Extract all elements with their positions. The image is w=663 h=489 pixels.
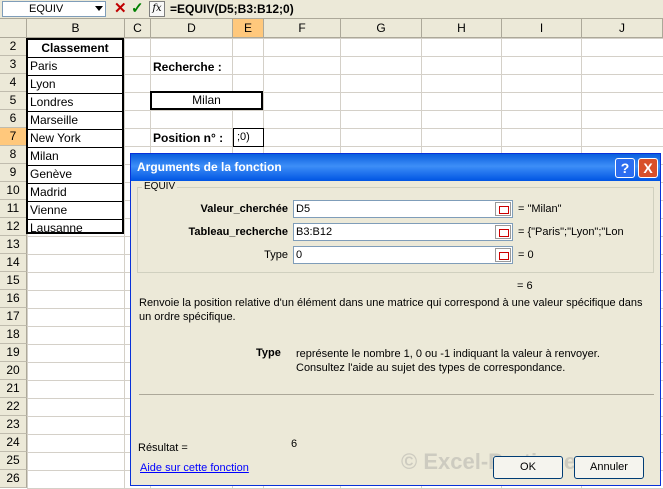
function-description: Renvoie la position relative d'un élémen… <box>139 297 643 323</box>
formula-bar: EQUIV ✕ ✓ fx =EQUIV(D5;B3:B12;0) <box>0 0 663 19</box>
close-icon[interactable]: X <box>638 158 658 178</box>
range-select-icon[interactable] <box>495 202 511 216</box>
city-cell[interactable]: Lyon <box>28 76 122 94</box>
row-header[interactable]: 8 <box>0 146 27 164</box>
dialog-titlebar[interactable]: Arguments de la fonction ? X <box>131 154 660 181</box>
name-box-value: EQUIV <box>29 3 64 15</box>
row-header[interactable]: 23 <box>0 416 27 434</box>
result-label: Résultat = <box>138 442 188 454</box>
city-cell[interactable]: Vienne <box>28 202 122 220</box>
arg-row-type: Type 0 = 0 <box>138 246 653 264</box>
arg-input-tableau[interactable]: B3:B12 <box>293 223 513 241</box>
recherche-value-cell[interactable]: Milan <box>150 91 263 110</box>
chevron-down-icon[interactable] <box>95 6 103 11</box>
row-header[interactable]: 20 <box>0 362 27 380</box>
row-header[interactable]: 7 <box>0 128 27 146</box>
row-header[interactable]: 13 <box>0 236 27 254</box>
city-cell[interactable]: Londres <box>28 94 122 112</box>
row-header[interactable]: 4 <box>0 74 27 92</box>
dialog-title: Arguments de la fonction <box>137 160 282 174</box>
ok-button[interactable]: OK <box>493 456 563 479</box>
enter-formula-icon[interactable]: ✓ <box>131 0 144 18</box>
arg-input-value: D5 <box>296 203 311 215</box>
arg-result: = {"Paris";"Lyon";"Lon <box>518 226 624 238</box>
gridline <box>124 38 125 489</box>
city-cell[interactable]: Lausanne <box>28 220 122 238</box>
city-cell[interactable]: Paris <box>28 58 122 76</box>
column-header-c[interactable]: C <box>125 19 151 38</box>
row-header[interactable]: 11 <box>0 200 27 218</box>
arg-input-value: B3:B12 <box>296 226 333 238</box>
range-select-icon[interactable] <box>495 248 511 262</box>
position-label: Position n° : <box>153 131 224 145</box>
classement-table: Classement Paris Lyon Londres Marseille … <box>26 38 124 235</box>
function-help-link[interactable]: Aide sur cette fonction <box>140 462 249 474</box>
column-header-g[interactable]: G <box>341 19 422 38</box>
column-header-j[interactable]: J <box>582 19 663 38</box>
column-header-d[interactable]: D <box>151 19 233 38</box>
row-header[interactable]: 24 <box>0 434 27 452</box>
range-select-icon[interactable] <box>495 225 511 239</box>
city-cell[interactable]: Marseille <box>28 112 122 130</box>
column-header-i[interactable]: I <box>502 19 582 38</box>
arg-label: Valeur_cherchée <box>200 203 288 215</box>
column-header-e[interactable]: E <box>233 19 264 38</box>
arg-input-valeur[interactable]: D5 <box>293 200 513 218</box>
divider <box>139 394 654 395</box>
row-header[interactable]: 16 <box>0 290 27 308</box>
arguments-group: EQUIV Valeur_cherchée D5 = "Milan" Table… <box>137 181 654 273</box>
row-header[interactable]: 21 <box>0 380 27 398</box>
formula-result: = 6 <box>517 280 533 292</box>
row-header[interactable]: 12 <box>0 218 27 236</box>
arg-label: Tableau_recherche <box>188 226 288 238</box>
arg-input-value: 0 <box>296 249 303 261</box>
row-header[interactable]: 26 <box>0 470 27 488</box>
formula-input[interactable]: =EQUIV(D5;B3:B12;0) <box>170 2 294 17</box>
city-cell[interactable]: Madrid <box>28 184 122 202</box>
arg-input-type[interactable]: 0 <box>293 246 513 264</box>
row-header[interactable]: 15 <box>0 272 27 290</box>
recherche-label: Recherche : <box>153 60 222 74</box>
row-header[interactable]: 9 <box>0 164 27 182</box>
cancel-button[interactable]: Annuler <box>574 456 644 479</box>
row-header[interactable]: 25 <box>0 452 27 470</box>
help-icon[interactable]: ? <box>615 158 635 178</box>
arg-result: = 0 <box>518 249 534 261</box>
insert-function-button[interactable]: fx <box>149 1 165 17</box>
column-header-f[interactable]: F <box>264 19 341 38</box>
position-cell[interactable]: ;0) <box>233 128 264 147</box>
row-header[interactable]: 2 <box>0 38 27 56</box>
cancel-formula-icon[interactable]: ✕ <box>114 0 127 18</box>
group-title: EQUIV <box>142 181 178 192</box>
select-all-corner[interactable] <box>0 19 27 38</box>
arg-row-tableau: Tableau_recherche B3:B12 = {"Paris";"Lyo… <box>138 223 653 241</box>
row-header[interactable]: 18 <box>0 326 27 344</box>
row-header[interactable]: 6 <box>0 110 27 128</box>
row-header[interactable]: 17 <box>0 308 27 326</box>
row-header[interactable]: 5 <box>0 92 27 110</box>
column-header-h[interactable]: H <box>422 19 502 38</box>
row-header[interactable]: 3 <box>0 56 27 74</box>
city-cell[interactable]: Genève <box>28 166 122 184</box>
arg-label: Type <box>264 249 288 261</box>
row-header[interactable]: 14 <box>0 254 27 272</box>
column-header-b[interactable]: B <box>27 19 125 38</box>
table-header-cell[interactable]: Classement <box>28 40 122 58</box>
arg-result: = "Milan" <box>518 203 562 215</box>
function-arguments-dialog: Arguments de la fonction ? X EQUIV Valeu… <box>130 153 661 486</box>
current-arg-description: représente le nombre 1, 0 ou -1 indiquan… <box>296 348 600 374</box>
row-header[interactable]: 19 <box>0 344 27 362</box>
city-cell[interactable]: New York <box>28 130 122 148</box>
arg-row-valeur: Valeur_cherchée D5 = "Milan" <box>138 200 653 218</box>
row-header[interactable]: 10 <box>0 182 27 200</box>
city-cell[interactable]: Milan <box>28 148 122 166</box>
name-box[interactable]: EQUIV <box>2 1 106 17</box>
row-header[interactable]: 22 <box>0 398 27 416</box>
result-value: 6 <box>291 438 298 450</box>
current-arg-name: Type <box>256 347 281 359</box>
